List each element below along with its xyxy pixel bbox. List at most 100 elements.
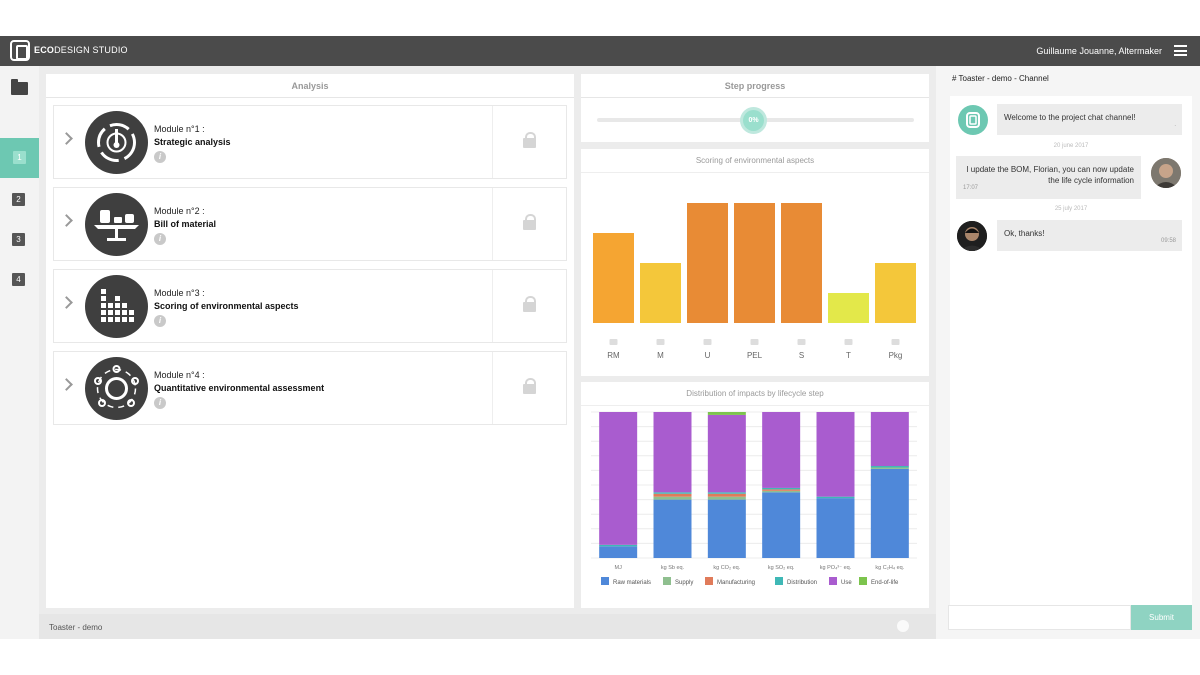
segment-distribution[interactable] bbox=[816, 496, 855, 499]
module-number: Module n°1 : bbox=[154, 124, 205, 134]
compass-icon bbox=[85, 111, 148, 174]
x-tick-label: PEL bbox=[747, 351, 763, 360]
footer-dot bbox=[897, 620, 909, 632]
chat-message-time: 09:58 bbox=[1160, 238, 1176, 244]
segment-distribution[interactable] bbox=[599, 544, 638, 547]
bot-avatar bbox=[958, 105, 988, 135]
segment-use[interactable] bbox=[762, 412, 801, 488]
segment-raw-materials[interactable] bbox=[599, 546, 638, 558]
brand-name: ECODESIGN STUDIO bbox=[34, 45, 128, 55]
top-bar: ECODESIGN STUDIO Guillaume Jouanne, Alte… bbox=[0, 36, 1200, 66]
analysis-title: Analysis bbox=[46, 74, 574, 98]
chat-date: 20 june 2017 bbox=[1053, 143, 1089, 149]
segment-supply[interactable] bbox=[653, 496, 692, 500]
user-name[interactable]: Guillaume Jouanne, Altermaker bbox=[1036, 46, 1162, 56]
x-tick-label: M bbox=[657, 351, 664, 360]
folder-icon[interactable] bbox=[11, 79, 28, 95]
chat-channel-title: # Toaster - demo - Channel bbox=[952, 74, 1049, 83]
bar-rm[interactable] bbox=[593, 233, 634, 323]
segment-use[interactable] bbox=[870, 412, 909, 467]
chat-message-input[interactable] bbox=[948, 605, 1131, 630]
chevron-right-icon[interactable] bbox=[60, 378, 73, 391]
category-icon bbox=[844, 339, 853, 345]
segment-raw-materials[interactable] bbox=[707, 499, 746, 558]
module-number: Module n°2 : bbox=[154, 206, 205, 216]
rail-step-1-active[interactable]: 1 bbox=[0, 138, 39, 178]
segment-raw-materials[interactable] bbox=[816, 498, 855, 558]
step-4-icon[interactable]: 4 bbox=[12, 273, 25, 286]
x-tick-label: T bbox=[846, 351, 851, 360]
bar-t[interactable] bbox=[828, 293, 869, 323]
category-icon bbox=[750, 339, 759, 345]
segment-supply[interactable] bbox=[762, 490, 801, 493]
segment-supply[interactable] bbox=[707, 496, 746, 500]
step-1-icon[interactable]: 1 bbox=[13, 151, 26, 164]
category-icon bbox=[891, 339, 900, 345]
segment-manufacturing[interactable] bbox=[707, 493, 746, 497]
legend-swatch bbox=[663, 577, 671, 585]
chevron-right-icon[interactable] bbox=[60, 214, 73, 227]
lock-icon bbox=[523, 378, 536, 394]
segment-use[interactable] bbox=[653, 412, 692, 493]
distribution-chart-title: Distribution of impacts by lifecycle ste… bbox=[581, 382, 929, 406]
chat-panel: Welcome to the project chat channel! . 2… bbox=[950, 96, 1192, 608]
hamburger-menu-icon[interactable] bbox=[1174, 45, 1187, 56]
legend-label: End-of-life bbox=[871, 580, 899, 586]
segment-distribution[interactable] bbox=[870, 466, 909, 468]
x-tick-label: MJ bbox=[614, 565, 622, 571]
bar-s[interactable] bbox=[781, 203, 822, 323]
segment-distribution[interactable] bbox=[653, 492, 692, 494]
info-icon[interactable]: i bbox=[154, 151, 166, 163]
progress-knob[interactable]: 0% bbox=[740, 107, 767, 134]
chevron-right-icon[interactable] bbox=[60, 132, 73, 145]
distribution-chart-panel: Distribution of impacts by lifecycle ste… bbox=[581, 382, 929, 608]
scoring-chart-panel: Scoring of environmental aspects RM M U PEL… bbox=[581, 149, 929, 376]
legend-swatch bbox=[859, 577, 867, 585]
bar-m[interactable] bbox=[640, 263, 681, 323]
bar-u[interactable] bbox=[687, 203, 728, 323]
step-3-icon[interactable]: 3 bbox=[12, 233, 25, 246]
segment-raw-materials[interactable] bbox=[653, 499, 692, 558]
chat-message-text: the life cycle information bbox=[1048, 176, 1134, 185]
segment-end-of-life[interactable] bbox=[707, 412, 746, 415]
info-icon[interactable]: i bbox=[154, 397, 166, 409]
segment-distribution[interactable] bbox=[707, 492, 746, 494]
submit-button[interactable]: Submit bbox=[1131, 605, 1192, 630]
segment-raw-materials[interactable] bbox=[762, 492, 801, 558]
segment-manufacturing[interactable] bbox=[762, 489, 801, 491]
module-title: Strategic analysis bbox=[154, 137, 231, 147]
segment-use[interactable] bbox=[707, 414, 746, 493]
segment-use[interactable] bbox=[816, 412, 855, 497]
step-progress-title: Step progress bbox=[581, 74, 929, 98]
user-avatar bbox=[957, 221, 987, 251]
segment-use[interactable] bbox=[599, 412, 638, 545]
segment-manufacturing[interactable] bbox=[653, 493, 692, 497]
legend-label: Manufacturing bbox=[717, 580, 755, 586]
segment-raw-materials[interactable] bbox=[870, 468, 909, 558]
module-3[interactable]: Module n°3 : Scoring of environmental as… bbox=[53, 269, 567, 343]
module-4[interactable]: Module n°4 : Quantitative environmental … bbox=[53, 351, 567, 425]
scoring-chart-title: Scoring of environmental aspects bbox=[581, 149, 929, 173]
x-tick-label: RM bbox=[607, 351, 620, 360]
chat-message-text: I update the BOM, Florian, you can now u… bbox=[966, 165, 1134, 174]
ecodesign-logo-icon[interactable] bbox=[10, 40, 30, 61]
step-2-icon[interactable]: 2 bbox=[12, 193, 25, 206]
distribution-chart: MJ kg Sb eq. kg CO₂ eq. kg SO₂ eq. kg PO₄³⁻ … bbox=[591, 411, 917, 586]
segment-supply[interactable] bbox=[870, 467, 909, 469]
info-icon[interactable]: i bbox=[154, 233, 166, 245]
legend-swatch bbox=[601, 577, 609, 585]
module-1[interactable]: Module n°1 : Strategic analysis i bbox=[53, 105, 567, 179]
module-2[interactable]: Module n°2 : Bill of material i bbox=[53, 187, 567, 261]
module-title: Bill of material bbox=[154, 219, 217, 229]
ecodesign-logo-icon bbox=[966, 112, 980, 128]
legend-swatch bbox=[829, 577, 837, 585]
category-icon bbox=[703, 339, 712, 345]
x-tick-label: U bbox=[705, 351, 711, 360]
step-progress-panel: Step progress 0% bbox=[581, 74, 929, 142]
segment-distribution[interactable] bbox=[762, 487, 801, 490]
bar-pel[interactable] bbox=[734, 203, 775, 323]
lock-icon bbox=[523, 296, 536, 312]
info-icon[interactable]: i bbox=[154, 315, 166, 327]
bar-pkg[interactable] bbox=[875, 263, 916, 323]
chevron-right-icon[interactable] bbox=[60, 296, 73, 309]
